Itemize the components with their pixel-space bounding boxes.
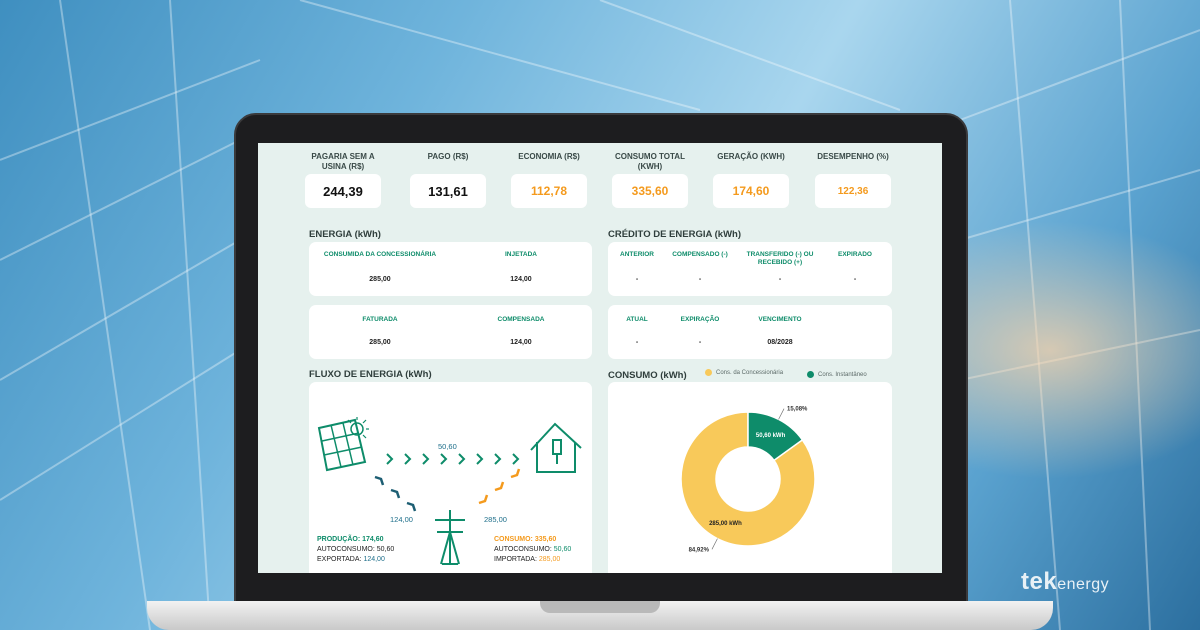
stat-geracao: GERAÇÃO (KWH) 174,60 xyxy=(713,152,789,208)
fluxo-card: 50,60 124,00 285,00 PRODUÇÃO: 174,60 AUT… xyxy=(309,382,592,573)
slice-value-label: 285,00 kWh xyxy=(709,521,742,527)
stat-label: DESEMPENHO (%) xyxy=(817,152,889,161)
arrows-solar-to-house xyxy=(386,453,520,465)
stat-economia: ECONOMIA (R$) 112,78 xyxy=(511,152,587,208)
slice-value-label: 50,60 kWh xyxy=(756,433,786,439)
donut-chart: 285,00 kWh 50,60 kWh 84,92% 15,08% xyxy=(680,407,816,553)
stat-pago: PAGO (R$) 131,61 xyxy=(410,152,486,208)
flow-grid-out-value: 285,00 xyxy=(484,515,507,524)
col-header: EXPIRADO xyxy=(838,251,872,258)
energia-card-1: CONSUMIDA DA CONCESSIONÁRIA 285,00 INJET… xyxy=(309,242,592,296)
percent-leader-line xyxy=(711,538,718,550)
col-value: 285,00 xyxy=(369,276,391,283)
col-value: - xyxy=(635,339,639,346)
col-header: ATUAL xyxy=(626,316,648,323)
importada-value: 285,00 xyxy=(538,556,561,563)
stat-pagaria: PAGARIA SEM A USINA (R$) 244,39 xyxy=(305,152,381,208)
flow-solar-house-value: 50,60 xyxy=(438,442,457,451)
slice-percent-label: 84,92% xyxy=(689,547,710,553)
stat-value: 335,60 xyxy=(612,174,688,208)
col-header: COMPENSADA xyxy=(497,316,545,323)
legend-label: Cons. Instantâneo xyxy=(818,371,867,378)
stat-value: 244,39 xyxy=(305,174,381,208)
credito-card-2: ATUAL - EXPIRAÇÃO - VENCIMENTO 08/2028 xyxy=(608,305,892,359)
col-header: EXPIRAÇÃO xyxy=(680,316,720,323)
col-value: - xyxy=(698,276,702,283)
logo-tek: tek xyxy=(1021,568,1058,595)
credito-card-1: ANTERIOR - COMPENSADO (-) - TRANSFERIDO … xyxy=(608,242,892,296)
col-header: INJETADA xyxy=(504,251,538,258)
col-value: 124,00 xyxy=(510,339,532,346)
energia-title: ENERGIA (kWh) xyxy=(309,229,381,240)
col-value: - xyxy=(853,276,857,283)
percent-leader-line xyxy=(778,408,785,420)
col-header: FATURADA xyxy=(362,316,398,323)
consumo-summary: CONSUMO: 335,60 AUTOCONSUMO: 50,60 IMPOR… xyxy=(494,535,571,565)
stat-value: 122,36 xyxy=(815,174,891,208)
arrows-solar-to-grid xyxy=(374,475,417,512)
consumo-title: CONSUMO (kWh) xyxy=(608,370,687,381)
stat-value: 174,60 xyxy=(713,174,789,208)
flow-grid-in-value: 124,00 xyxy=(390,515,413,524)
energia-card-2: FATURADA 285,00 COMPENSADA 124,00 xyxy=(309,305,592,359)
stat-value: 112,78 xyxy=(511,174,587,208)
autoconsumo-prod-label: AUTOCONSUMO: 50,60 xyxy=(317,546,395,553)
producao-label: PRODUÇÃO: 174,60 xyxy=(317,536,384,543)
exportada-value: 124,00 xyxy=(363,556,385,563)
stat-value: 131,61 xyxy=(410,174,486,208)
col-value: - xyxy=(778,276,782,283)
stat-label: PAGARIA SEM A USINA (R$) xyxy=(311,152,375,171)
laptop-notch xyxy=(540,601,660,613)
col-header: CONSUMIDA DA CONCESSIONÁRIA xyxy=(323,251,437,258)
fluxo-title: FLUXO DE ENERGIA (kWh) xyxy=(309,369,432,380)
legend-instantaneo[interactable]: Cons. Instantâneo xyxy=(807,371,867,378)
dashboard-screen: PAGARIA SEM A USINA (R$) 244,39 PAGO (R$… xyxy=(258,143,942,573)
col-value: 08/2028 xyxy=(767,339,793,346)
stat-label: GERAÇÃO (KWH) xyxy=(717,152,785,161)
col-value: 285,00 xyxy=(369,339,391,346)
col-header: VENCIMENTO xyxy=(758,316,802,323)
legend-label: Cons. da Concessionária xyxy=(716,369,784,376)
col-value: - xyxy=(698,339,702,346)
consumo-card: 285,00 kWh 50,60 kWh 84,92% 15,08% xyxy=(608,382,892,573)
power-pole-icon xyxy=(435,510,465,565)
credito-title: CRÉDITO DE ENERGIA (kWh) xyxy=(608,229,742,240)
col-header: COMPENSADO (-) xyxy=(672,251,728,258)
producao-summary: PRODUÇÃO: 174,60 AUTOCONSUMO: 50,60 EXPO… xyxy=(317,535,394,565)
slice-percent-label: 15,08% xyxy=(787,407,808,413)
logo-energy: energy xyxy=(1057,576,1110,593)
legend-concessionaria[interactable]: Cons. da Concessionária xyxy=(705,369,783,376)
house-icon xyxy=(530,422,582,473)
col-value: 124,00 xyxy=(510,276,532,283)
stat-label: CONSUMO TOTAL (KWH) xyxy=(615,152,685,171)
legend-swatch xyxy=(705,369,712,376)
stat-label: ECONOMIA (R$) xyxy=(518,152,580,161)
importada-label: IMPORTADA: xyxy=(494,556,537,563)
col-header: ANTERIOR xyxy=(620,251,654,258)
stat-label: PAGO (R$) xyxy=(427,152,469,161)
stat-consumo-total: CONSUMO TOTAL (KWH) 335,60 xyxy=(612,152,688,208)
autoconsumo-cons-value: 50,60 xyxy=(553,546,572,553)
stat-desempenho: DESEMPENHO (%) 122,36 xyxy=(815,152,891,208)
solar-panel-icon xyxy=(317,418,367,472)
arrows-grid-to-house xyxy=(478,468,521,505)
consumo-label: CONSUMO: 335,60 xyxy=(494,536,557,543)
tek-energy-logo: tekenergy xyxy=(1021,568,1109,596)
legend-swatch xyxy=(807,371,814,378)
col-header: TRANSFERIDO (-) OU RECEBIDO (+) xyxy=(746,251,814,266)
exportada-label: EXPORTADA: xyxy=(317,556,362,563)
col-value: - xyxy=(635,276,639,283)
autoconsumo-cons-label: AUTOCONSUMO: xyxy=(494,546,552,553)
